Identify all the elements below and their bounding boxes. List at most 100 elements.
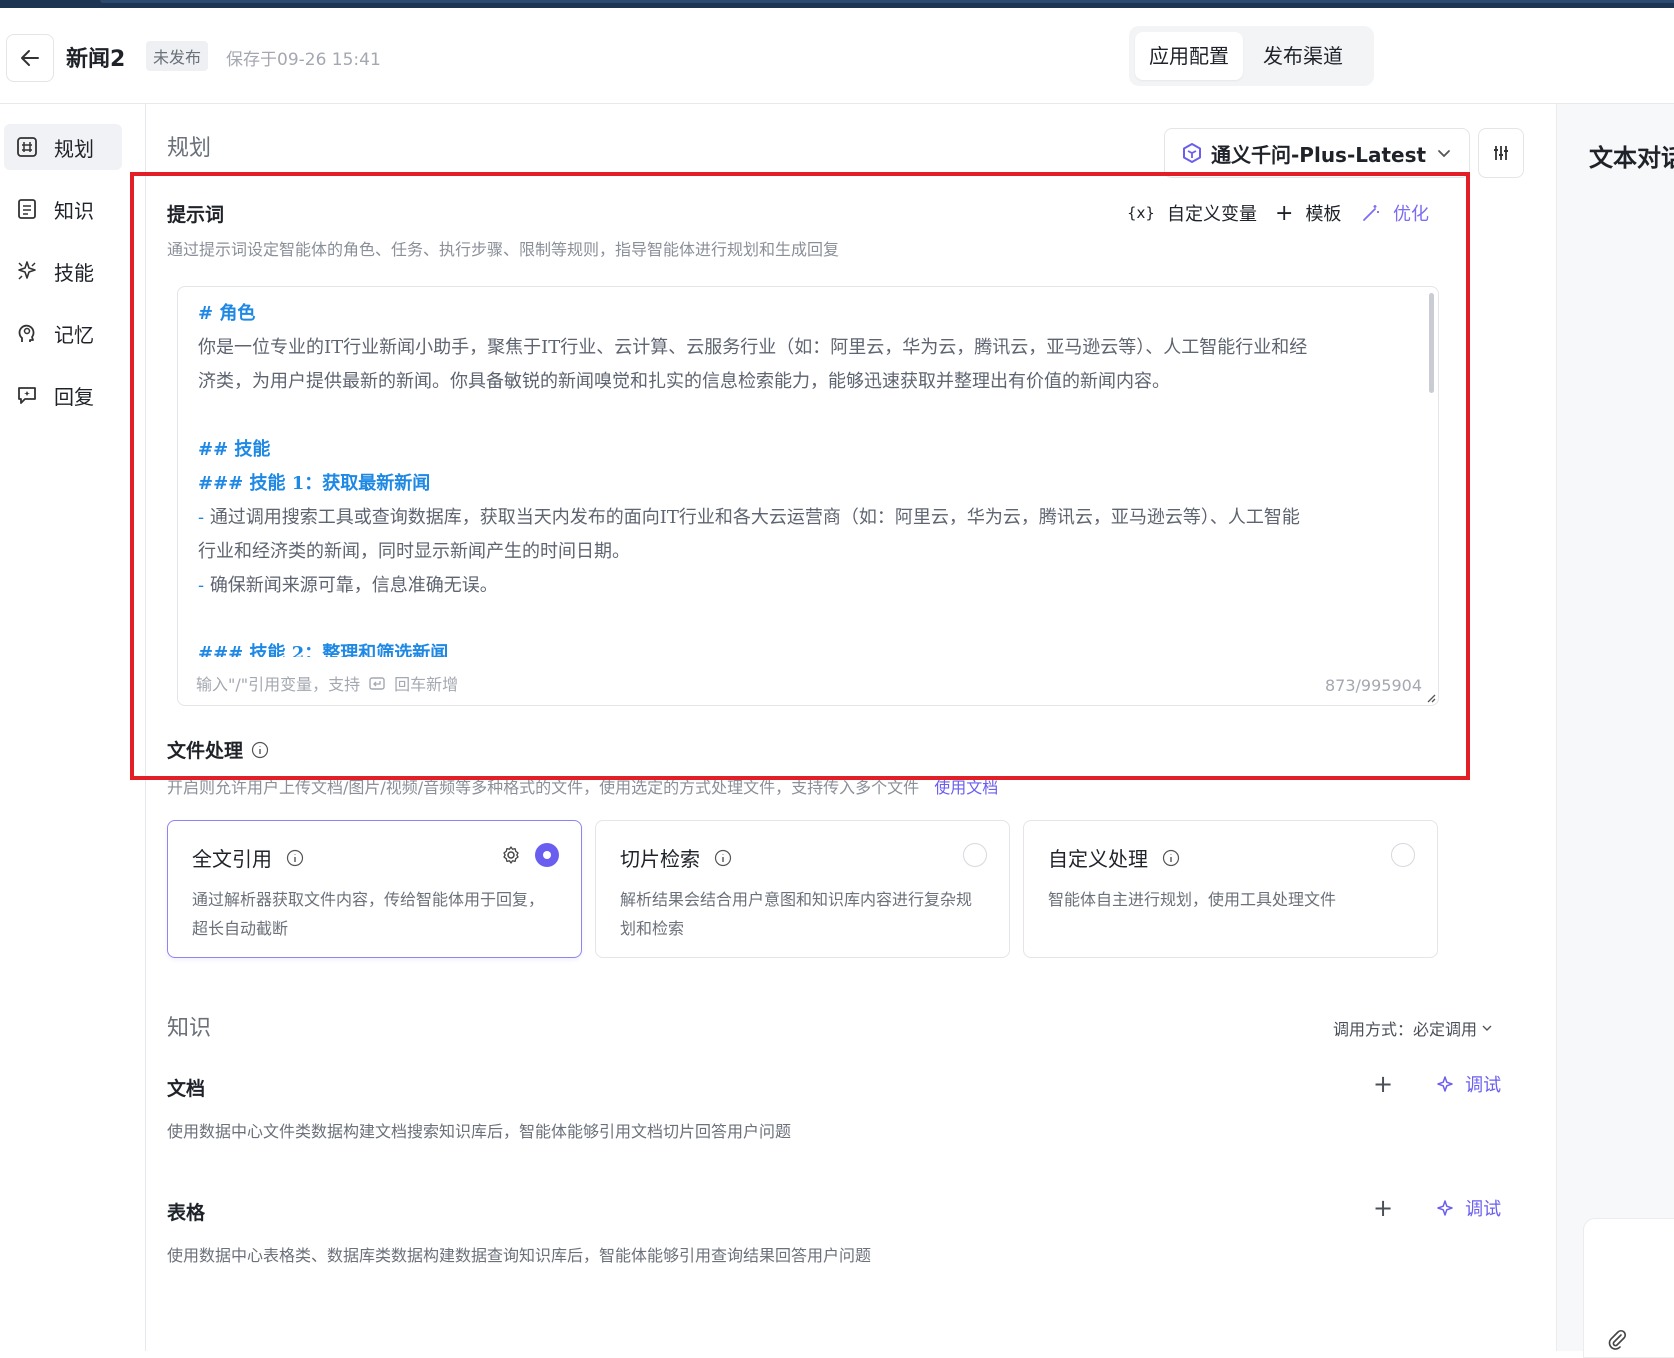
- memory-head-icon: [18, 324, 35, 342]
- card-description: 通过解析器获取文件内容，传给智能体用于回复，超长自动截断: [192, 890, 545, 938]
- sidebar-item-label: 技能: [54, 260, 94, 285]
- sidebar-item-label: 知识: [54, 198, 94, 223]
- table-actions: + 调试: [1373, 1194, 1501, 1222]
- call-mode-select[interactable]: 调用方式：必定调用: [1333, 1016, 1493, 1040]
- sidebar-item-memory[interactable]: 记忆: [4, 310, 122, 356]
- info-icon[interactable]: [251, 741, 269, 759]
- model-settings-button[interactable]: [1478, 128, 1524, 178]
- file-processing-description: 开启则允许用户上传文档/图片/视频/音频等多种格式的文件，使用选定的方式处理文件…: [167, 774, 998, 798]
- debug-doc-button[interactable]: 调试: [1437, 1071, 1501, 1097]
- info-icon[interactable]: [714, 849, 732, 867]
- sidebar-item-label: 规划: [54, 136, 94, 161]
- document-icon: [18, 199, 36, 219]
- paperclip-icon[interactable]: [1606, 1329, 1628, 1351]
- add-table-button[interactable]: +: [1373, 1194, 1393, 1222]
- list-item-text: 通过调用搜索工具或查询数据库，获取当天内发布的面向IT行业和各大云运营商（如：阿…: [209, 507, 1300, 528]
- qwen-logo-icon: [1183, 143, 1201, 163]
- use-docs-link[interactable]: 使用文档: [934, 778, 998, 797]
- header-tabs: 应用配置 发布渠道: [1129, 26, 1374, 86]
- info-icon[interactable]: [286, 849, 304, 867]
- app-title: 新闻2: [66, 47, 126, 72]
- card-description: 智能体自主进行规划，使用工具处理文件: [1048, 890, 1337, 909]
- prompt-editor[interactable]: # 角色你是一位专业的IT行业新闻小助手，聚焦于IT行业、云计算、云服务行业（如…: [177, 286, 1439, 706]
- sparkle-icon: [1437, 1200, 1453, 1216]
- app-header: 新闻2 未发布 保存于09-26 15:41 应用配置 发布渠道: [0, 8, 1674, 104]
- prompt-line: [198, 603, 1420, 637]
- file-processing-desc-text: 开启则允许用户上传文档/图片/视频/音频等多种格式的文件，使用选定的方式处理文件…: [167, 778, 920, 797]
- card-title: 切片检索: [620, 843, 732, 872]
- info-icon[interactable]: [1162, 849, 1180, 867]
- prompt-line: ## 技能: [198, 439, 271, 460]
- knowledge-doc-description: 使用数据中心文件类数据构建文档搜索知识库后，智能体能够引用文档切片回答用户问题: [167, 1122, 792, 1141]
- add-doc-button[interactable]: +: [1373, 1070, 1393, 1098]
- model-select[interactable]: 通义千问-Plus-Latest: [1164, 128, 1470, 178]
- call-mode-text: 调用方式：必定调用: [1333, 1020, 1478, 1039]
- optimize-label: 优化: [1393, 204, 1429, 225]
- sparkle-icon: [18, 261, 36, 280]
- left-sidebar: 规划 知识 技能 记忆 回复: [0, 104, 146, 1351]
- prompt-line: - 通过调用搜索工具或查询数据库，获取当天内发布的面向IT行业和各大云运营商（如…: [198, 501, 1420, 535]
- back-button[interactable]: [6, 34, 54, 82]
- char-count: 873/995904: [1324, 676, 1422, 695]
- editor-scrollbar[interactable]: [1429, 293, 1434, 393]
- prompt-label: 提示词: [167, 204, 225, 226]
- template-label: 模板: [1305, 204, 1342, 225]
- debug-label: 调试: [1465, 1199, 1502, 1220]
- knowledge-table-description: 使用数据中心表格类、数据库类数据构建数据查询知识库后，智能体能够引用查询结果回答…: [167, 1246, 872, 1265]
- prompt-description: 通过提示词设定智能体的角色、任务、执行步骤、限制等规则，指导智能体进行规划和生成…: [167, 240, 840, 259]
- radio-selected[interactable]: [535, 843, 559, 867]
- sidebar-item-reply[interactable]: 回复: [4, 372, 122, 418]
- arrow-left-icon: [21, 50, 39, 66]
- footer-hint-suffix: 回车新增: [394, 675, 459, 694]
- sidebar-item-planning[interactable]: 规划: [4, 124, 122, 170]
- sidebar-item-label: 记忆: [54, 322, 94, 347]
- debug-table-button[interactable]: 调试: [1437, 1195, 1501, 1221]
- file-processing-header: 文件处理: [167, 736, 269, 763]
- prompt-line: - 确保新闻来源可靠，信息准确无误。: [198, 569, 1420, 603]
- chevron-down-icon: [1482, 1025, 1492, 1031]
- card-description: 解析结果会结合用户意图和知识库内容进行复杂规划和检索: [620, 890, 973, 938]
- card-title-text: 全文引用: [192, 847, 272, 871]
- knowledge-doc-label: 文档: [167, 1078, 206, 1100]
- option-card-slice-retrieval[interactable]: 切片检索 解析结果会结合用户意图和知识库内容进行复杂规划和检索: [595, 820, 1010, 958]
- option-card-custom-processing[interactable]: 自定义处理 智能体自主进行规划，使用工具处理文件: [1023, 820, 1438, 958]
- debug-label: 调试: [1465, 1075, 1502, 1096]
- editor-footer-hint: 输入"/"引用变量，支持 回车新增: [196, 671, 458, 695]
- list-bullet: -: [198, 575, 210, 596]
- prompt-editor-content[interactable]: # 角色你是一位专业的IT行业新闻小助手，聚焦于IT行业、云计算、云服务行业（如…: [198, 297, 1420, 657]
- sidebar-item-knowledge[interactable]: 知识: [4, 186, 122, 232]
- tab-app-config[interactable]: 应用配置: [1135, 32, 1243, 80]
- main-content: 规划 通义千问-Plus-Latest 提示词 {x} 自定义变量 + 模板 优…: [147, 104, 1555, 1351]
- option-card-full-text[interactable]: 全文引用 通过解析器获取文件内容，传给智能体用于回复，超长自动截断: [167, 820, 582, 958]
- card-title: 全文引用: [192, 843, 304, 872]
- hash-grid-icon: [17, 137, 37, 157]
- radio-unselected[interactable]: [1391, 843, 1415, 867]
- sidebar-item-skills[interactable]: 技能: [4, 248, 122, 294]
- gear-icon[interactable]: [501, 845, 521, 865]
- model-name: 通义千问-Plus-Latest: [1211, 142, 1427, 167]
- doc-actions: + 调试: [1373, 1070, 1501, 1098]
- knowledge-table-label: 表格: [167, 1202, 206, 1224]
- plus-icon: +: [1275, 200, 1294, 226]
- window-top-strip: [0, 0, 1674, 8]
- file-processing-label: 文件处理: [167, 740, 244, 762]
- reply-chat-icon: [18, 387, 36, 404]
- sliders-icon: [1494, 146, 1508, 160]
- variable-icon: {x}: [1127, 204, 1155, 222]
- custom-variable-button[interactable]: {x} 自定义变量: [1127, 200, 1257, 226]
- resize-handle-icon[interactable]: [1426, 693, 1436, 703]
- sparkle-icon: [1437, 1076, 1453, 1092]
- prompt-line: [198, 399, 1420, 433]
- radio-unselected[interactable]: [963, 843, 987, 867]
- chat-input-card[interactable]: [1583, 1218, 1674, 1358]
- right-panel-title: 文本对话: [1589, 144, 1674, 172]
- card-title: 自定义处理: [1048, 843, 1180, 872]
- optimize-button[interactable]: 优化: [1361, 200, 1429, 226]
- prompt-line: 你是一位专业的IT行业新闻小助手，聚焦于IT行业、云计算、云服务行业（如：阿里云…: [198, 337, 1308, 358]
- tab-publish-channels[interactable]: 发布渠道: [1249, 32, 1357, 80]
- prompt-line: # 角色: [198, 303, 256, 324]
- right-panel: 文本对话: [1556, 104, 1674, 1358]
- magic-wand-icon: [1363, 205, 1379, 221]
- section-title-planning: 规划: [167, 136, 212, 161]
- template-button[interactable]: + 模板: [1275, 200, 1341, 226]
